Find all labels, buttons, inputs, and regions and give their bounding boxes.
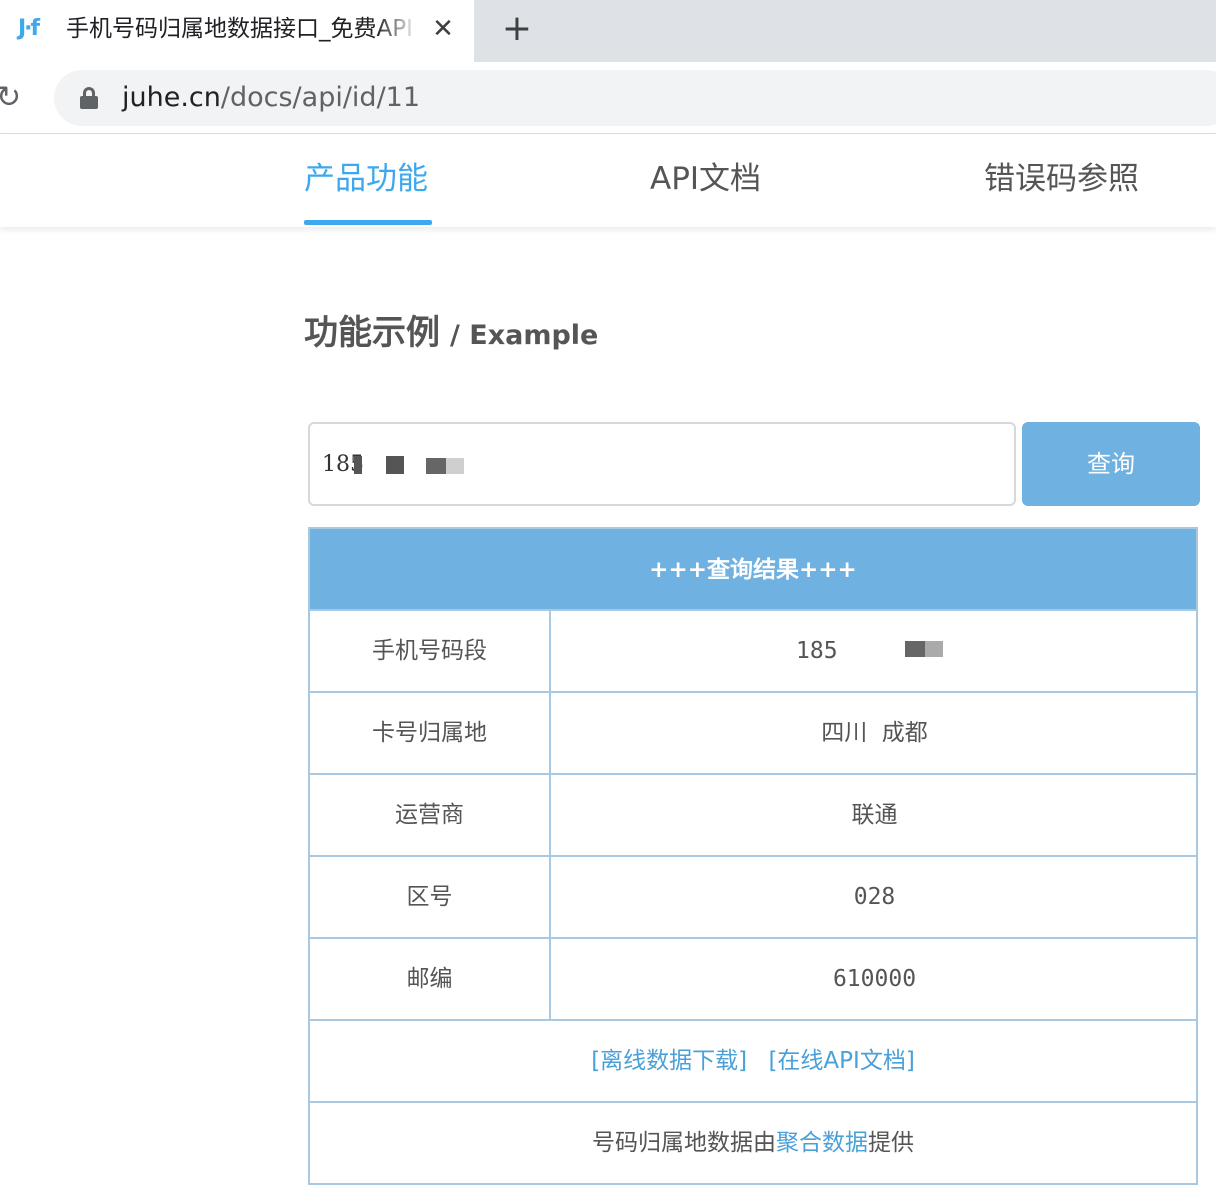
table-row-credit: 号码归属地数据由聚合数据提供 xyxy=(310,1101,1196,1183)
row-label: 卡号归属地 xyxy=(310,693,551,773)
tab-error-codes[interactable]: 错误码参照 xyxy=(984,159,1139,199)
site-nav: 产品功能 API文档 错误码参照 xyxy=(0,135,1216,227)
row-value: 185 xyxy=(553,611,1196,691)
online-api-docs-link[interactable]: [在线API文档] xyxy=(768,1048,914,1074)
table-row: 手机号码段 185 xyxy=(310,609,1196,691)
tab-title: 手机号码归属地数据接口_免费API xyxy=(66,16,413,42)
browser-toolbar: ↻ juhe.cn/docs/api/id/11 xyxy=(0,62,1216,134)
offline-data-download-link[interactable]: [离线数据下载] xyxy=(591,1048,747,1074)
reload-icon[interactable]: ↻ xyxy=(0,80,28,116)
table-row: 卡号归属地 四川 成都 xyxy=(310,691,1196,773)
url-host: juhe.cn xyxy=(122,82,221,113)
query-button[interactable]: 查询 xyxy=(1022,422,1200,506)
credit-cell: 号码归属地数据由聚合数据提供 xyxy=(310,1103,1196,1183)
row-label: 手机号码段 xyxy=(310,611,551,691)
section-heading: 功能示例 / Example xyxy=(304,308,598,358)
active-tab-indicator xyxy=(304,220,432,225)
close-icon[interactable]: ✕ xyxy=(428,14,458,44)
juhe-logo-icon: J·f xyxy=(18,16,40,41)
url-path: /docs/api/id/11 xyxy=(220,82,421,113)
address-bar[interactable]: juhe.cn/docs/api/id/11 xyxy=(54,70,1216,126)
browser-tab-strip: J·f 手机号码归属地数据接口_免费API ✕ + xyxy=(0,0,1216,62)
url-text: juhe.cn/docs/api/id/11 xyxy=(122,80,420,116)
tab-product-features[interactable]: 产品功能 xyxy=(304,159,428,199)
redaction-mark xyxy=(354,456,362,474)
redaction-mark xyxy=(925,641,943,657)
table-row: 区号 028 xyxy=(310,855,1196,937)
provider-link[interactable]: 聚合数据 xyxy=(776,1130,868,1156)
result-table: +++查询结果+++ 手机号码段 185 卡号归属地 四川 成都 运营商 联通 … xyxy=(308,527,1198,1185)
result-header: +++查询结果+++ xyxy=(310,527,1196,609)
row-value: 610000 xyxy=(832,966,917,992)
row-value: 联通 xyxy=(851,802,898,828)
phone-search-input[interactable]: 185 xyxy=(308,422,1016,506)
row-label: 运营商 xyxy=(310,775,551,855)
redaction-mark xyxy=(386,456,404,474)
redaction-mark xyxy=(905,641,925,657)
row-value: 四川 成都 xyxy=(821,720,928,746)
credit-suffix: 提供 xyxy=(868,1130,914,1156)
row-label: 区号 xyxy=(310,857,551,937)
section-subtitle: / Example xyxy=(450,320,599,351)
table-row: 运营商 联通 xyxy=(310,773,1196,855)
plus-icon[interactable]: + xyxy=(500,11,534,47)
section-title: 功能示例 xyxy=(304,313,440,353)
browser-tab[interactable]: J·f 手机号码归属地数据接口_免费API ✕ xyxy=(0,0,474,62)
lock-icon[interactable] xyxy=(80,87,98,109)
redaction-mark xyxy=(446,458,464,474)
phone-prefix-value: 185 xyxy=(796,638,838,664)
table-row: 邮编 610000 xyxy=(310,937,1196,1019)
tab-api-docs[interactable]: API文档 xyxy=(650,159,761,199)
redaction-mark xyxy=(426,458,446,474)
row-value: 028 xyxy=(853,884,896,910)
links-cell: [离线数据下载] [在线API文档] xyxy=(310,1021,1196,1101)
credit-prefix: 号码归属地数据由 xyxy=(592,1130,776,1156)
row-label: 邮编 xyxy=(310,939,551,1019)
table-row-links: [离线数据下载] [在线API文档] xyxy=(310,1019,1196,1101)
